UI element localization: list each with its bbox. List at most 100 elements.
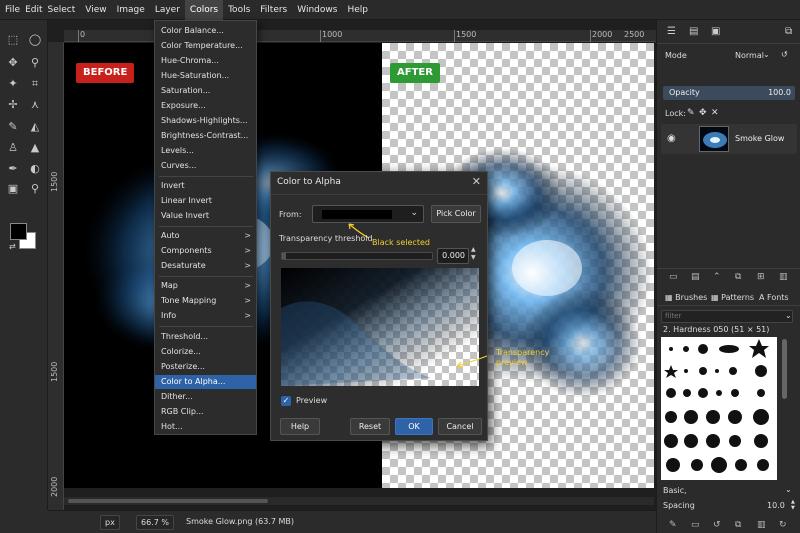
from-color-select[interactable]: ⌄ xyxy=(312,205,424,223)
opacity-slider[interactable]: Opacity 100.0 xyxy=(663,86,795,100)
menu-item-info[interactable]: Info > xyxy=(155,309,256,323)
help-button[interactable]: Help xyxy=(280,418,320,435)
lock-alpha-icon[interactable]: ✕ xyxy=(711,108,719,118)
rect-select-icon[interactable]: ⬚ xyxy=(6,33,20,47)
refresh-icon[interactable]: ↺ xyxy=(713,520,721,530)
horizontal-scrollbar[interactable] xyxy=(64,497,654,505)
menu-item-hot[interactable]: Hot... xyxy=(155,420,256,434)
menu-edit[interactable]: Edit xyxy=(25,0,47,20)
raise-layer-icon[interactable]: ⌃ xyxy=(713,272,721,282)
spinner-icon[interactable]: ▲ ▼ xyxy=(471,246,476,262)
menu-item-brightness-contrast[interactable]: Brightness-Contrast... xyxy=(155,129,256,143)
menu-item-color-balance[interactable]: Color Balance... xyxy=(155,24,256,38)
brush-scrollbar[interactable] xyxy=(781,337,789,480)
menu-item-saturation[interactable]: Saturation... xyxy=(155,84,256,98)
lock-pixels-icon[interactable]: ✎ xyxy=(687,108,695,118)
menu-item-threshold[interactable]: Threshold... xyxy=(155,330,256,344)
crop-icon[interactable]: ⌗ xyxy=(28,77,42,91)
tab-brushes[interactable]: ▦ Brushes xyxy=(665,293,707,302)
paintbrush-icon[interactable]: ✎ xyxy=(6,120,20,134)
menu-tools[interactable]: Tools xyxy=(223,0,255,20)
magnify-icon[interactable]: ⚲ xyxy=(28,182,42,196)
chevron-down-icon[interactable]: ⌄ xyxy=(785,311,792,320)
lock-position-icon[interactable]: ✥ xyxy=(699,108,707,118)
menu-item-color-temperature[interactable]: Color Temperature... xyxy=(155,39,256,53)
delete-icon[interactable]: ▥ xyxy=(779,272,788,282)
new-layer-icon[interactable]: ▭ xyxy=(669,272,678,282)
fuzzy-select-icon[interactable]: ✦ xyxy=(6,77,20,91)
mode-select[interactable]: Normal xyxy=(735,51,764,60)
close-icon[interactable]: ✕ xyxy=(472,175,481,188)
menu-item-dither[interactable]: Dither... xyxy=(155,390,256,404)
reset-button[interactable]: Reset xyxy=(350,418,390,435)
menu-item-value-invert[interactable]: Value Invert xyxy=(155,209,256,223)
eye-icon[interactable]: ◉ xyxy=(667,133,676,144)
ok-button[interactable]: OK xyxy=(395,418,433,435)
menu-item-invert[interactable]: Invert xyxy=(155,179,256,193)
menu-item-hue-chroma[interactable]: Hue-Chroma... xyxy=(155,54,256,68)
reset-icon[interactable]: ↺ xyxy=(781,50,788,59)
menu-item-colorize[interactable]: Colorize... xyxy=(155,345,256,359)
clone-icon[interactable]: ♙ xyxy=(6,141,20,155)
menu-help[interactable]: Help xyxy=(342,0,373,20)
brush-filter-input[interactable]: filter xyxy=(661,310,793,323)
brush-preset-select[interactable]: Basic, xyxy=(663,486,687,495)
menu-item-posterize[interactable]: Posterize... xyxy=(155,360,256,374)
zoom-select[interactable]: 66.7 % xyxy=(136,515,174,530)
menu-view[interactable]: View xyxy=(80,0,111,20)
merge-icon[interactable]: ⊞ xyxy=(757,272,765,282)
configure-icon[interactable]: ⧉ xyxy=(785,26,792,37)
layers-tab-icon[interactable]: ☰ xyxy=(667,26,676,37)
dodge-icon[interactable]: ◐ xyxy=(28,162,42,176)
paths-tab-icon[interactable]: ▣ xyxy=(711,26,720,37)
menu-item-hue-saturation[interactable]: Hue-Saturation... xyxy=(155,69,256,83)
swap-colors-icon[interactable]: ⇄ xyxy=(9,242,16,251)
unit-select[interactable]: px xyxy=(100,515,120,530)
menu-image[interactable]: Image xyxy=(112,0,150,20)
threshold-value[interactable]: 0.000 xyxy=(437,248,469,264)
warp-icon[interactable]: ⋏ xyxy=(28,98,42,112)
duplicate-icon[interactable]: ⧉ xyxy=(735,520,741,530)
pick-color-button[interactable]: Pick Color xyxy=(431,205,481,223)
smudge-icon[interactable]: ▲ xyxy=(28,141,42,155)
menu-item-color-to-alpha[interactable]: Color to Alpha... xyxy=(155,375,256,389)
new-group-icon[interactable]: ▤ xyxy=(691,272,700,282)
threshold-slider[interactable] xyxy=(281,252,433,260)
channels-tab-icon[interactable]: ▤ xyxy=(689,26,698,37)
edit-brush-icon[interactable]: ✎ xyxy=(669,520,677,530)
text-icon[interactable]: ▣ xyxy=(6,182,20,196)
menu-file[interactable]: File xyxy=(0,0,25,20)
move-icon[interactable]: ✥ xyxy=(6,56,20,70)
tab-fonts[interactable]: A Fonts xyxy=(759,293,789,302)
layer-row[interactable]: ◉ Smoke Glow xyxy=(661,124,797,154)
gradient-icon[interactable]: ◭ xyxy=(28,120,42,134)
menu-item-exposure[interactable]: Exposure... xyxy=(155,99,256,113)
menu-item-auto[interactable]: Auto > xyxy=(155,229,256,243)
scroll-thumb[interactable] xyxy=(68,499,268,503)
cancel-button[interactable]: Cancel xyxy=(438,418,482,435)
tab-patterns[interactable]: ▦ Patterns xyxy=(711,293,754,302)
menu-item-linear-invert[interactable]: Linear Invert xyxy=(155,194,256,208)
menu-filters[interactable]: Filters xyxy=(255,0,292,20)
menu-item-curves[interactable]: Curves... xyxy=(155,159,256,173)
chevron-down-icon[interactable]: ⌄ xyxy=(785,485,792,494)
lasso-icon[interactable]: ◯ xyxy=(28,33,42,47)
menu-layer[interactable]: Layer xyxy=(150,0,185,20)
restore-icon[interactable]: ↻ xyxy=(779,520,787,530)
eyedropper-icon[interactable]: ✒ xyxy=(6,162,20,176)
spacing-value[interactable]: 10.0 xyxy=(767,501,785,510)
spinner-icon[interactable]: ▲ ▼ xyxy=(791,499,795,511)
preview-checkbox[interactable]: ✓ xyxy=(281,396,291,406)
menu-item-components[interactable]: Components > xyxy=(155,244,256,258)
delete-icon[interactable]: ▥ xyxy=(757,520,766,530)
menu-item-shadows-highlights[interactable]: Shadows-Highlights... xyxy=(155,114,256,128)
duplicate-icon[interactable]: ⧉ xyxy=(735,272,741,282)
chevron-down-icon[interactable]: ⌄ xyxy=(763,50,770,59)
menu-windows[interactable]: Windows xyxy=(292,0,342,20)
transform-icon[interactable]: ✢ xyxy=(6,98,20,112)
menu-item-tone-mapping[interactable]: Tone Mapping > xyxy=(155,294,256,308)
menu-item-map[interactable]: Map > xyxy=(155,279,256,293)
menu-colors[interactable]: Colors xyxy=(184,0,224,20)
menu-select[interactable]: Select xyxy=(48,0,81,20)
new-brush-icon[interactable]: ▭ xyxy=(691,520,700,530)
